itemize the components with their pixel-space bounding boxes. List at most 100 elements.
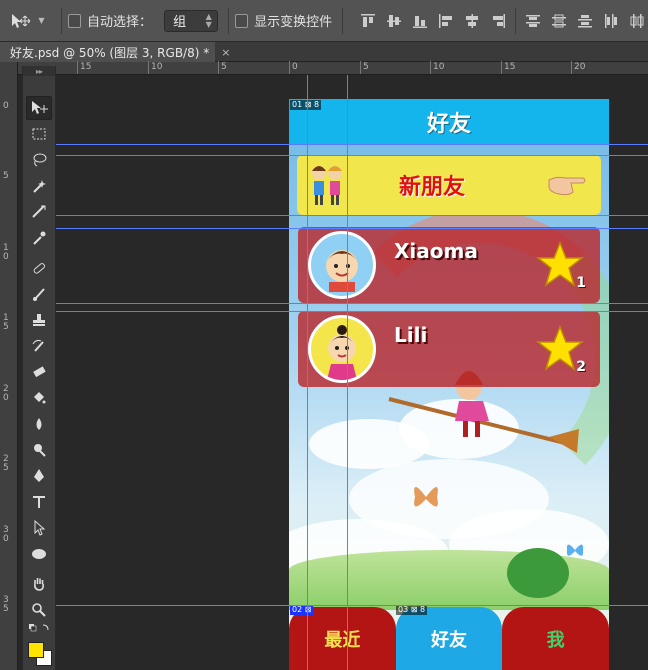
align-bottom-icon[interactable] <box>409 10 431 32</box>
marquee-tool-icon[interactable] <box>26 122 52 146</box>
guide-line[interactable] <box>56 155 648 156</box>
auto-select-checkbox[interactable] <box>67 13 82 28</box>
girl-avatar-icon <box>327 325 357 380</box>
ellipse-tool-icon[interactable] <box>26 542 52 566</box>
ruler-tick <box>218 61 219 74</box>
horizontal-ruler[interactable]: 15 10 5 0 5 10 15 20 <box>18 61 648 75</box>
guide-line[interactable] <box>307 75 308 670</box>
panel-grip[interactable]: ▸▸ <box>23 66 55 76</box>
ruler-tick <box>148 61 149 74</box>
eraser-tool-icon[interactable] <box>26 360 52 384</box>
document-tab-title: 好友.psd @ 50% (图层 3, RGB/8) * <box>10 45 210 60</box>
type-tool-icon[interactable] <box>26 490 52 514</box>
guide-line[interactable] <box>56 303 648 304</box>
tools-panel: ▸▸ <box>22 66 56 670</box>
guide-line[interactable] <box>56 215 648 216</box>
ruler-label: 0 <box>3 101 9 111</box>
guide-line[interactable] <box>56 605 648 606</box>
ruler-tick <box>571 61 572 74</box>
avatar <box>308 231 376 299</box>
slice-count: 8 <box>313 100 320 109</box>
auto-select-dropdown[interactable]: 组 ▲ ▼ <box>164 9 218 32</box>
move-tool-icon[interactable] <box>26 96 52 120</box>
ruler-label: 25 <box>3 454 9 473</box>
ruler-tick <box>430 61 431 74</box>
history-brush-icon[interactable] <box>26 334 52 358</box>
magic-wand-icon[interactable] <box>26 174 52 198</box>
ruler-label: 35 <box>3 595 9 614</box>
align-right-icon[interactable] <box>487 10 509 32</box>
vertical-ruler[interactable]: 0 5 10 15 20 25 30 35 <box>0 62 18 670</box>
distribute-left-icon[interactable] <box>600 10 622 32</box>
align-left-icon[interactable] <box>435 10 457 32</box>
separator <box>342 7 344 34</box>
default-colors-icon[interactable] <box>26 622 52 636</box>
slice-label: 03 ⊠ 8 <box>396 605 428 615</box>
ruler-label: 10 <box>3 243 9 262</box>
separator <box>515 7 516 34</box>
hand-tool-icon[interactable] <box>26 572 52 596</box>
nav-recent[interactable]: 最近 <box>289 607 396 670</box>
options-bar: ▼ 自动选择： 组 ▲ ▼ 显示变换控件 <box>0 0 648 42</box>
ruler-label: 5 <box>3 171 9 181</box>
healing-brush-icon[interactable] <box>26 256 52 280</box>
guide-line[interactable] <box>56 311 648 312</box>
slice-number: 01 <box>292 100 303 109</box>
blur-tool-icon[interactable] <box>26 412 52 436</box>
ruler-tick <box>360 61 361 74</box>
zoom-tool-icon[interactable] <box>26 598 52 622</box>
dodge-tool-icon[interactable] <box>26 438 52 462</box>
friend-name: Lili <box>394 323 428 347</box>
align-hcenter-icon[interactable] <box>461 10 483 32</box>
friend-rank: 2 <box>576 359 586 375</box>
new-friends-label: 新朋友 <box>398 175 465 200</box>
nav-me[interactable]: 我 <box>502 607 609 670</box>
ruler-label: 5 <box>221 62 227 72</box>
crop-tool-icon[interactable] <box>26 200 52 224</box>
align-top-icon[interactable] <box>357 10 379 32</box>
ruler-label: 10 <box>433 62 445 72</box>
ruler-label: 15 <box>3 313 9 332</box>
separator <box>60 7 62 34</box>
paint-bucket-icon[interactable] <box>26 386 52 410</box>
document-tab[interactable]: 好友.psd @ 50% (图层 3, RGB/8) * × <box>0 42 230 62</box>
close-icon[interactable]: × <box>221 46 230 59</box>
color-swatches[interactable] <box>25 638 55 670</box>
ruler-label: 15 <box>504 62 516 72</box>
distribute-vcenter-icon[interactable] <box>548 10 570 32</box>
friend-item[interactable]: Xiaoma 1 <box>298 227 600 303</box>
align-vcenter-icon[interactable] <box>383 10 405 32</box>
ruler-label: 5 <box>363 62 369 72</box>
pointing-hand-icon <box>548 176 586 196</box>
friend-item[interactable]: Lili 2 <box>298 311 600 387</box>
distribute-bottom-icon[interactable] <box>574 10 596 32</box>
ruler-label: 15 <box>80 62 92 72</box>
brush-tool-icon[interactable] <box>26 282 52 306</box>
guide-line[interactable] <box>56 144 648 145</box>
distribute-top-icon[interactable] <box>522 10 544 32</box>
move-tool-preset[interactable]: ▼ <box>0 6 55 36</box>
new-friends-card[interactable]: 新朋友 <box>297 155 601 215</box>
canvas-artwork[interactable]: 好友 新朋友 Xiaoma 1 Lili 2 最近 好友 我 01 ⊠ 8 02… <box>289 99 609 670</box>
path-selection-icon[interactable] <box>26 516 52 540</box>
ruler-label: 10 <box>151 62 163 72</box>
guide-line[interactable] <box>347 75 348 670</box>
ruler-label: 20 <box>3 384 9 403</box>
tree-graphic <box>507 548 569 598</box>
pen-tool-icon[interactable] <box>26 464 52 488</box>
nav-friends[interactable]: 好友 <box>395 607 503 670</box>
friend-name: Xiaoma <box>394 239 478 263</box>
align-buttons <box>357 10 509 32</box>
distribute-hcenter-icon[interactable] <box>626 10 648 32</box>
lasso-tool-icon[interactable] <box>26 148 52 172</box>
guide-line[interactable] <box>56 228 648 229</box>
show-transform-checkbox[interactable] <box>234 13 249 28</box>
slice-label: 02 ⊠ <box>290 605 314 615</box>
slice-number: 03 <box>398 605 409 614</box>
eyedropper-icon[interactable] <box>26 226 52 250</box>
butterfly-icon <box>566 544 584 556</box>
document-tab-bar: 好友.psd @ 50% (图层 3, RGB/8) * × <box>0 42 648 62</box>
clone-stamp-icon[interactable] <box>26 308 52 332</box>
boy-avatar-icon <box>326 250 358 292</box>
foreground-color-swatch[interactable] <box>28 642 44 658</box>
